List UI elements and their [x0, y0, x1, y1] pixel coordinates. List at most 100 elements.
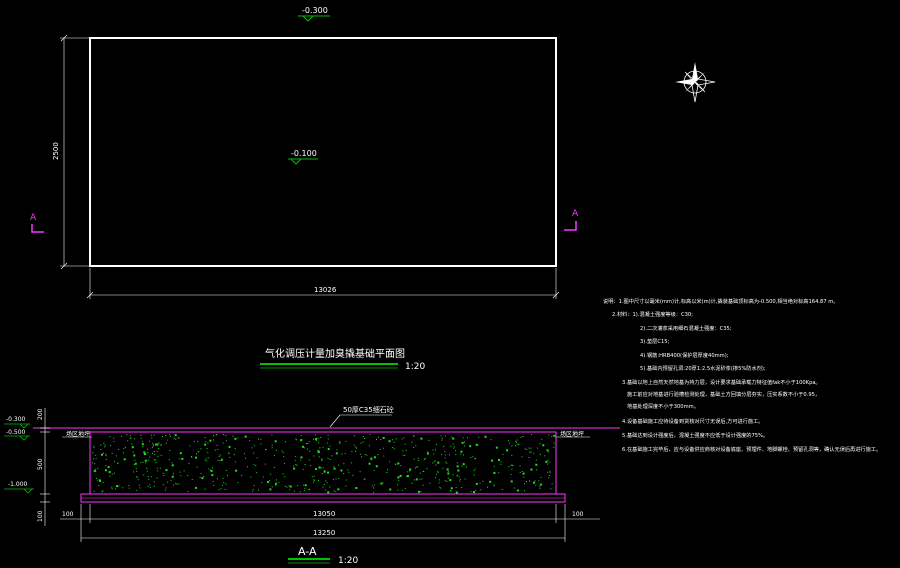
note-line: 5.基础达到设计强度后，混凝土强度不应低于设计强度的75%。: [622, 431, 768, 439]
hatch-speck: [397, 489, 399, 491]
hatch-speck: [462, 437, 464, 439]
hatch-speck: [455, 491, 458, 494]
hatch-speck: [271, 486, 273, 488]
hatch-speck: [165, 487, 167, 489]
hatch-speck: [456, 462, 458, 464]
hatch-speck: [315, 440, 317, 441]
hatch-speck: [389, 488, 392, 491]
hatch-speck: [273, 455, 275, 457]
hatch-speck: [123, 458, 126, 461]
hatch-speck: [402, 450, 404, 452]
hatch-speck: [216, 478, 218, 480]
hatch-speck: [459, 478, 461, 480]
hatch-speck: [95, 468, 97, 470]
hatch-speck: [428, 440, 430, 441]
hatch-speck: [216, 444, 218, 446]
hatch-speck: [400, 475, 402, 477]
hatch-speck: [234, 461, 236, 463]
hatch-speck: [389, 461, 391, 463]
hatch-speck: [152, 452, 154, 454]
hatch-speck: [233, 454, 235, 455]
hatch-speck: [137, 476, 139, 478]
hatch-speck: [530, 451, 532, 453]
hatch-speck: [553, 446, 555, 448]
hatch-speck: [253, 445, 255, 447]
hatch-speck: [475, 490, 477, 492]
hatch-speck: [153, 444, 154, 446]
hatch-speck: [469, 445, 472, 448]
hatch-speck: [152, 445, 154, 447]
hatch-speck: [347, 469, 349, 471]
hatch-speck: [540, 476, 542, 478]
hatch-speck: [545, 460, 548, 463]
hatch-speck: [407, 471, 409, 473]
hatch-speck: [179, 471, 181, 473]
hatch-speck: [392, 447, 394, 448]
hatch-speck: [516, 439, 518, 441]
hatch-speck: [154, 459, 155, 461]
hatch-speck: [321, 459, 323, 461]
hatch-speck: [404, 443, 406, 445]
hatch-speck: [99, 478, 101, 480]
hatch-speck: [455, 450, 457, 452]
hatch-speck: [133, 464, 135, 466]
hatch-speck: [113, 441, 115, 443]
hatch-speck: [435, 477, 437, 479]
hatch-speck: [151, 447, 153, 449]
hatch-speck: [474, 468, 476, 470]
hatch-speck: [447, 470, 449, 472]
hatch-speck: [153, 481, 155, 483]
note-line: 2.材料：1).混凝土强度等级：C30;: [612, 310, 693, 318]
hatch-speck: [101, 491, 103, 493]
section-mark-right: A: [572, 209, 579, 219]
hatch-speck: [548, 461, 550, 463]
hatch-speck: [284, 462, 285, 464]
hatch-speck: [524, 448, 526, 450]
hatch-speck: [162, 484, 164, 486]
hatch-speck: [422, 484, 424, 486]
hatch-speck: [265, 449, 266, 451]
hatch-speck: [400, 465, 402, 467]
hatch-speck: [382, 447, 384, 449]
hatch-speck: [95, 470, 97, 472]
note-line: 4.设备基础施工应待设备到货核对尺寸无误后,方可进行施工。: [622, 417, 763, 425]
hatch-speck: [126, 434, 128, 436]
hatch-speck: [220, 488, 222, 490]
section-title: A-A: [298, 545, 317, 558]
hatch-speck: [140, 462, 142, 464]
hatch-speck: [522, 472, 525, 475]
hatch-speck: [353, 444, 355, 446]
hatch-speck: [528, 457, 530, 458]
hatch-speck: [218, 489, 220, 491]
hatch-speck: [294, 460, 296, 462]
hatch-speck: [533, 452, 535, 454]
hatch-speck: [153, 485, 155, 487]
hatch-speck: [156, 443, 159, 446]
hatch-speck: [551, 483, 553, 485]
hatch-speck: [364, 454, 366, 455]
hatch-speck: [162, 436, 163, 437]
hatch-speck: [375, 465, 378, 468]
hatch-speck: [165, 442, 167, 444]
hatch-speck: [447, 472, 450, 475]
hatch-speck: [147, 459, 149, 461]
hatch-speck: [550, 488, 552, 490]
hatch-speck: [225, 440, 227, 442]
hatch-speck: [539, 487, 541, 489]
hatch-speck: [498, 458, 500, 461]
hatch-speck: [420, 491, 422, 493]
hatch-speck: [421, 478, 423, 480]
note-line: 2).二次灌浆采用细石混凝土强度：C35;: [640, 324, 732, 332]
hatch-speck: [319, 447, 321, 449]
hatch-speck: [370, 457, 373, 460]
hatch-speck: [136, 489, 138, 491]
hatch-speck: [530, 434, 532, 436]
hatch-speck: [401, 438, 403, 440]
hatch-speck: [305, 443, 307, 445]
hatch-speck: [322, 446, 324, 448]
hatch-speck: [137, 479, 139, 481]
hatch-speck: [213, 485, 215, 486]
hatch-speck: [131, 443, 133, 445]
hatch-speck: [493, 472, 496, 474]
hatch-speck: [143, 454, 145, 456]
